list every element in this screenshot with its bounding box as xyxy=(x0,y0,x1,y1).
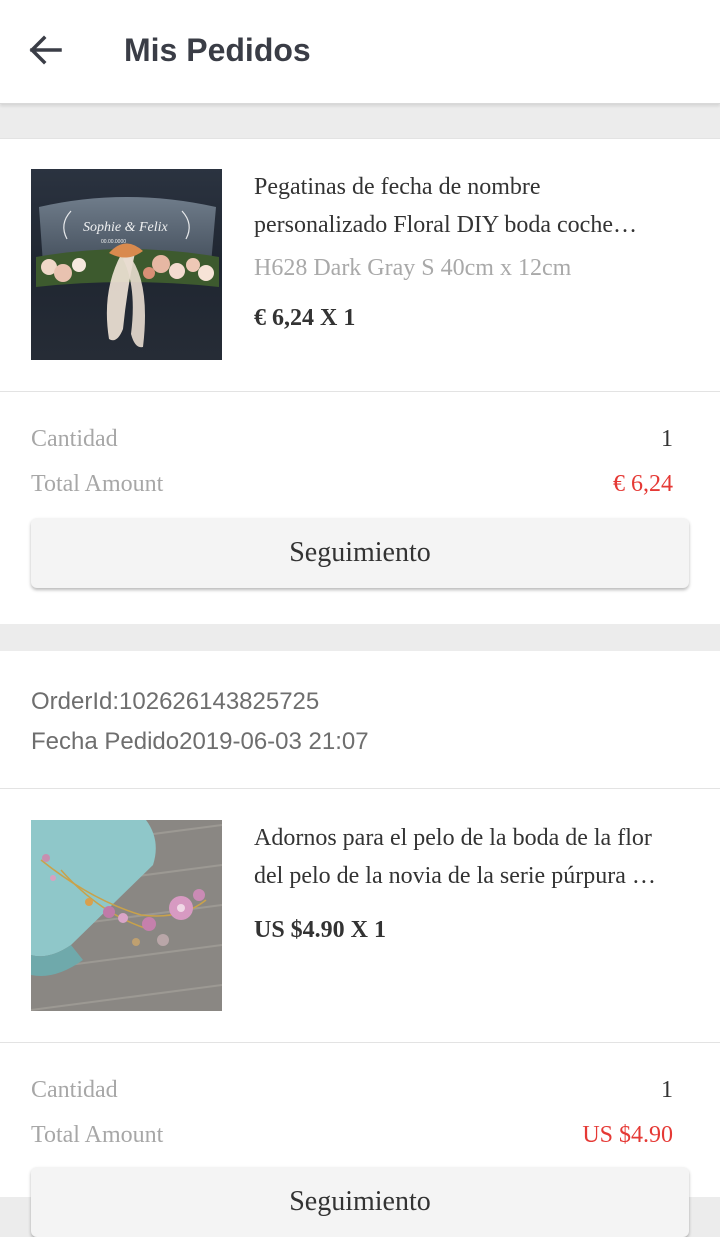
arrow-left-icon xyxy=(29,35,62,65)
quantity-value: 1 xyxy=(661,1077,673,1103)
product-image[interactable] xyxy=(31,820,222,1011)
divider xyxy=(0,788,720,789)
back-button[interactable] xyxy=(26,30,66,70)
divider xyxy=(0,391,720,392)
order-card: OrderId:102626143825725 Fecha Pedido2019… xyxy=(0,651,720,1237)
total-amount-value: € 6,24 xyxy=(613,471,673,497)
app-bar: Mis Pedidos xyxy=(0,0,720,104)
divider xyxy=(0,138,720,139)
product-variant: H628 Dark Gray S 40cm x 12cm xyxy=(254,255,572,281)
svg-text:Sophie & Felix: Sophie & Felix xyxy=(83,220,169,235)
page-title: Mis Pedidos xyxy=(124,32,311,68)
product-title-line: del pelo de la novia de la serie púrpura… xyxy=(254,863,656,889)
product-title[interactable]: Pegatinas de fecha de nombre personaliza… xyxy=(254,168,694,244)
total-amount-label: Total Amount xyxy=(31,1122,164,1148)
product-price: € 6,24 X 1 xyxy=(254,305,356,331)
order-card: Sophie & Felix 00.00.0000 Pegatinas de f… xyxy=(0,138,720,624)
product-title-line: personalizado Floral DIY boda coche… xyxy=(254,212,637,238)
product-title-line: Pegatinas de fecha de nombre xyxy=(254,174,541,200)
total-amount-value: US $4.90 xyxy=(582,1122,673,1148)
quantity-label: Cantidad xyxy=(31,1077,118,1103)
tracking-button[interactable]: Seguimiento xyxy=(31,1167,689,1237)
product-title-line: Adornos para el pelo de la boda de la fl… xyxy=(254,825,652,851)
divider xyxy=(0,1042,720,1043)
order-date: Fecha Pedido2019-06-03 21:07 xyxy=(31,728,369,755)
quantity-label: Cantidad xyxy=(31,426,118,452)
total-amount-label: Total Amount xyxy=(31,471,164,497)
product-price: US $4.90 X 1 xyxy=(254,917,387,943)
tracking-button[interactable]: Seguimiento xyxy=(31,518,689,588)
order-id: OrderId:102626143825725 xyxy=(31,688,320,715)
quantity-value: 1 xyxy=(661,426,673,452)
product-title[interactable]: Adornos para el pelo de la boda de la fl… xyxy=(254,819,694,895)
product-image[interactable]: Sophie & Felix 00.00.0000 xyxy=(31,169,222,360)
